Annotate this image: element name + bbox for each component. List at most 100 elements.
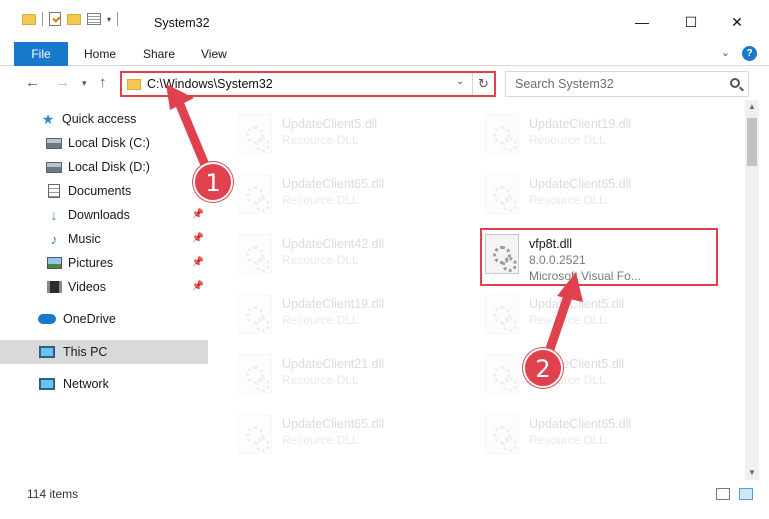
close-button[interactable]: ✕ xyxy=(722,10,752,34)
scroll-up-arrow-icon[interactable]: ▲ xyxy=(745,100,759,114)
file-name: UpdateClient21.dll xyxy=(282,357,385,371)
tab-home[interactable]: Home xyxy=(84,42,116,66)
vertical-scrollbar[interactable]: ▲ ▼ xyxy=(745,100,759,480)
address-dropdown-icon[interactable]: ⌄ xyxy=(456,76,464,87)
file-name: UpdateClient19.dll xyxy=(529,117,632,131)
ribbon-tabs: File Home Share View ⌄ ? xyxy=(0,42,769,66)
videos-icon xyxy=(46,281,62,293)
sidebar-item-label: OneDrive xyxy=(63,312,116,326)
item-count: 114 items xyxy=(27,487,79,501)
sidebar-item-label: This PC xyxy=(63,345,108,359)
tab-share[interactable]: Share xyxy=(143,42,175,66)
computer-icon xyxy=(39,346,55,358)
customize-dropdown-icon[interactable]: ▾ xyxy=(107,15,111,24)
file-item[interactable]: UpdateClient5.dll Resource DLL xyxy=(465,348,695,404)
file-type: Resource DLL xyxy=(282,313,359,327)
scroll-down-arrow-icon[interactable]: ▼ xyxy=(745,466,759,480)
file-item[interactable]: UpdateClient5.dll Resource DLL xyxy=(218,108,448,164)
status-bar: 114 items xyxy=(0,482,769,506)
large-icons-view-icon[interactable] xyxy=(739,488,753,500)
address-bar[interactable]: C:\Windows\System32 ⌄ ↻ xyxy=(120,71,496,97)
dll-file-icon xyxy=(485,354,519,394)
search-box[interactable]: Search System32 xyxy=(505,71,749,97)
search-placeholder: Search System32 xyxy=(515,77,614,91)
file-type: Resource DLL xyxy=(282,133,359,147)
up-arrow-icon[interactable]: ↑ xyxy=(99,74,107,91)
file-item[interactable]: UpdateClient65.dll Resource DLL xyxy=(218,408,448,464)
sidebar-item-label: Local Disk (D:) xyxy=(68,160,150,174)
dll-file-icon xyxy=(238,114,272,154)
file-item[interactable]: UpdateClient42.dll Resource DLL xyxy=(218,228,448,284)
back-arrow-icon[interactable]: ← xyxy=(25,74,40,91)
window-title: System32 xyxy=(154,16,210,30)
forward-arrow-icon[interactable]: → xyxy=(55,74,70,91)
file-type: Resource DLL xyxy=(529,193,606,207)
sidebar-item-downloads[interactable]: ↓ Downloads 📌 xyxy=(0,203,208,227)
search-icon[interactable] xyxy=(730,78,740,88)
sidebar-item-network[interactable]: Network xyxy=(0,372,208,396)
sidebar-item-this-pc[interactable]: This PC xyxy=(0,340,208,364)
file-name: UpdateClient19.dll xyxy=(282,297,385,311)
file-description: Microsoft Visual Fo... xyxy=(529,269,641,283)
sidebar-item-label: Pictures xyxy=(68,256,114,270)
disk-icon xyxy=(46,137,62,149)
pin-icon[interactable]: 📌 xyxy=(192,281,204,292)
file-item[interactable]: UpdateClient65.dll Resource DLL xyxy=(465,408,695,464)
file-item[interactable]: UpdateClient5.dll Resource DLL xyxy=(465,288,695,344)
file-type: Resource DLL xyxy=(282,193,359,207)
address-path[interactable]: C:\Windows\System32 xyxy=(147,77,273,91)
pictures-icon xyxy=(46,257,62,269)
pin-icon[interactable]: 📌 xyxy=(192,257,204,268)
sidebar-item-music[interactable]: ♪ Music 📌 xyxy=(0,227,208,251)
sidebar-item-quick-access[interactable]: ★ Quick access xyxy=(0,107,208,131)
dll-file-icon xyxy=(238,234,272,274)
file-item[interactable]: UpdateClient19.dll Resource DLL xyxy=(218,288,448,344)
expand-ribbon-icon[interactable]: ⌄ xyxy=(721,46,730,61)
refresh-icon[interactable]: ↻ xyxy=(472,73,494,95)
download-icon: ↓ xyxy=(50,207,58,223)
sidebar-item-videos[interactable]: Videos 📌 xyxy=(0,275,208,299)
minimize-button[interactable]: — xyxy=(627,10,657,34)
help-icon[interactable]: ? xyxy=(742,46,757,61)
navigation-bar: ← → ▾ ↑ C:\Windows\System32 ⌄ ↻ Search S… xyxy=(0,67,769,99)
title-bar: ▾ System32 — ☐ ✕ xyxy=(0,0,769,44)
file-item-vfp8t-dll[interactable]: vfp8t.dll 8.0.0.2521 Microsoft Visual Fo… xyxy=(465,228,695,284)
file-type: Resource DLL xyxy=(529,133,606,147)
file-name: UpdateClient65.dll xyxy=(282,417,385,431)
file-item[interactable]: UpdateClient65.dll Resource DLL xyxy=(465,168,695,224)
sidebar-item-local-disk-c[interactable]: Local Disk (C:) xyxy=(0,131,208,155)
file-type: Resource DLL xyxy=(282,373,359,387)
navigation-pane: ★ Quick access Local Disk (C:) Local Dis… xyxy=(0,100,208,480)
tab-file[interactable]: File xyxy=(14,42,68,66)
file-name: UpdateClient65.dll xyxy=(282,177,385,191)
network-icon xyxy=(39,378,55,390)
tab-view[interactable]: View xyxy=(201,42,227,66)
pin-icon[interactable]: 📌 xyxy=(192,233,204,244)
file-name: UpdateClient5.dll xyxy=(529,297,625,311)
file-version: 8.0.0.2521 xyxy=(529,253,586,267)
scrollbar-thumb[interactable] xyxy=(747,118,757,166)
file-name: UpdateClient5.dll xyxy=(282,117,378,131)
dll-file-icon xyxy=(238,174,272,214)
sidebar-item-documents[interactable]: Documents xyxy=(0,179,208,203)
file-item[interactable]: UpdateClient19.dll Resource DLL xyxy=(465,108,695,164)
file-item[interactable]: UpdateClient65.dll Resource DLL xyxy=(218,168,448,224)
sidebar-item-local-disk-d[interactable]: Local Disk (D:) xyxy=(0,155,208,179)
folder-icon[interactable] xyxy=(22,13,36,25)
documents-icon xyxy=(48,184,60,198)
sidebar-item-label: Downloads xyxy=(68,208,130,222)
sidebar-item-onedrive[interactable]: OneDrive xyxy=(0,307,208,331)
music-icon: ♪ xyxy=(50,231,58,247)
recent-locations-icon[interactable]: ▾ xyxy=(82,78,87,89)
sidebar-item-label: Documents xyxy=(68,184,132,198)
customize-icon[interactable] xyxy=(87,13,101,25)
file-item[interactable]: UpdateClient21.dll Resource DLL xyxy=(218,348,448,404)
details-view-icon[interactable] xyxy=(716,488,730,500)
sidebar-item-pictures[interactable]: Pictures 📌 xyxy=(0,251,208,275)
new-folder-icon[interactable] xyxy=(67,13,81,25)
pin-icon[interactable]: 📌 xyxy=(192,209,204,220)
maximize-button[interactable]: ☐ xyxy=(676,10,706,34)
disk-icon xyxy=(46,161,62,173)
dll-file-icon xyxy=(485,414,519,454)
properties-check-icon[interactable] xyxy=(49,12,61,26)
